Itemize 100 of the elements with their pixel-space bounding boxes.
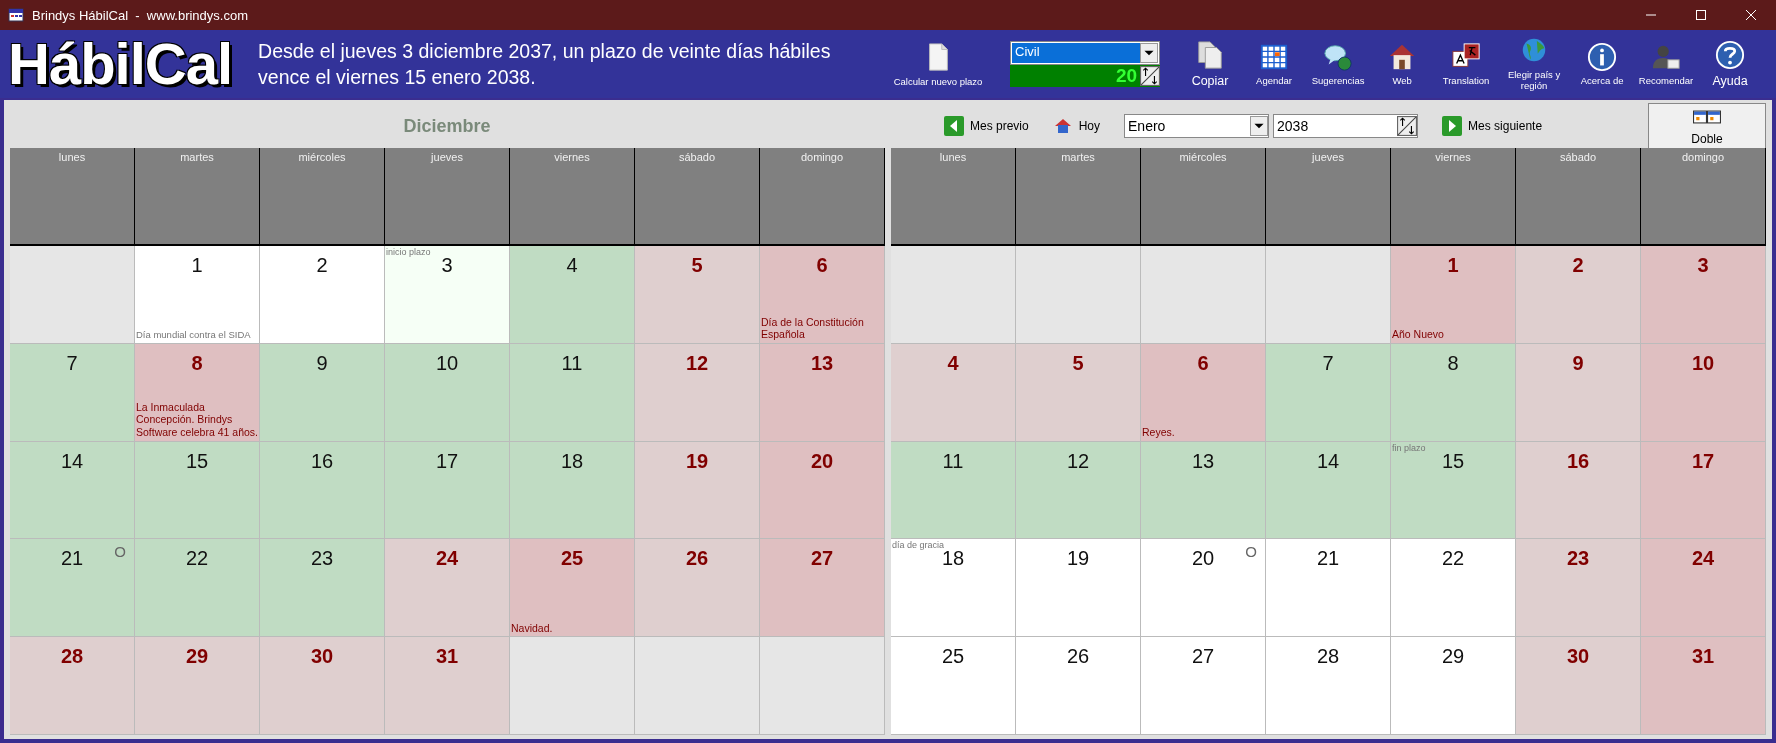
day-number: 24	[1691, 547, 1715, 571]
day-cell[interactable]: 8	[1391, 343, 1516, 442]
day-cell[interactable]: 3	[1641, 246, 1766, 344]
today-button[interactable]: Hoy	[1052, 116, 1101, 136]
day-cell[interactable]: 12	[635, 343, 760, 442]
day-cell[interactable]: 31	[1641, 637, 1766, 735]
day-cell[interactable]: 10	[385, 343, 510, 442]
day-number: 4	[566, 254, 578, 277]
day-cell[interactable]: 29	[1391, 637, 1516, 735]
day-cell[interactable]: 9	[260, 343, 385, 442]
day-cell[interactable]: 2	[1516, 246, 1641, 344]
next-month-button[interactable]: Mes siguiente	[1442, 116, 1543, 136]
day-cell[interactable]: inicio plazo 3	[385, 246, 510, 344]
day-cell[interactable]: 27	[760, 539, 885, 638]
day-cell[interactable]: 20 O	[1141, 539, 1266, 638]
day-cell[interactable]: 30	[260, 637, 385, 735]
day-cell[interactable]: 22	[1391, 539, 1516, 638]
day-cell[interactable]: 28	[10, 637, 135, 735]
day-number: 10	[435, 351, 459, 375]
month-dropdown[interactable]: Enero	[1124, 114, 1270, 138]
day-cell[interactable]: 5	[635, 246, 760, 344]
day-cell[interactable]: 16	[1516, 441, 1641, 540]
day-cell[interactable]: 24	[1641, 539, 1766, 638]
toolbar-button[interactable]: Recomendar	[1638, 41, 1695, 87]
day-cell[interactable]: 21 O	[10, 539, 135, 638]
day-cell[interactable]: 1 Año Nuevo	[1391, 246, 1516, 344]
day-cell[interactable]: 17	[1641, 441, 1766, 540]
day-cell[interactable]: 26	[1016, 637, 1141, 735]
day-number: 15	[185, 449, 209, 473]
day-cell[interactable]: 23	[1516, 539, 1641, 638]
day-cell[interactable]: 14	[1266, 441, 1391, 540]
day-number: 31	[1691, 645, 1715, 669]
caret-icon	[1250, 116, 1269, 136]
day-cell[interactable]: 15	[135, 441, 260, 540]
day-cell[interactable]: 11	[891, 441, 1016, 540]
day-number: 6	[1197, 351, 1209, 375]
day-cell[interactable]: 19	[1016, 539, 1141, 638]
day-cell[interactable]: 18	[510, 441, 635, 540]
close-icon[interactable]	[1745, 9, 1757, 21]
day-cell[interactable]: 14	[10, 441, 135, 540]
day-number: 19	[1066, 547, 1090, 571]
day-cell[interactable]: 21	[1266, 539, 1391, 638]
day-cell[interactable]: 26	[635, 539, 760, 638]
new-calculation-button[interactable]: Calcular nuevo plazo	[882, 41, 995, 87]
mode-dropdown[interactable]: Civil	[1010, 41, 1161, 65]
day-cell[interactable]: 5	[1016, 343, 1141, 442]
moon-phase-mark: O	[1245, 543, 1257, 561]
day-cell[interactable]: 10	[1641, 343, 1766, 442]
day-cell[interactable]: día de gracia 18	[891, 539, 1016, 638]
maximize-icon[interactable]	[1695, 9, 1707, 21]
day-cell[interactable]: 27	[1141, 637, 1266, 735]
day-number: 7	[1322, 351, 1334, 375]
toolbar-button[interactable]: Ayuda	[1702, 39, 1759, 89]
toolbar-button[interactable]: Sugerencias	[1310, 41, 1367, 87]
day-cell[interactable]: 23	[260, 539, 385, 638]
day-cell[interactable]: 24	[385, 539, 510, 638]
year-field[interactable]: 2038	[1273, 114, 1419, 138]
day-cell[interactable]: 19	[635, 441, 760, 540]
day-cell[interactable]: 25	[891, 637, 1016, 735]
day-cell[interactable]: 16	[260, 441, 385, 540]
spinner-icon	[1397, 116, 1418, 136]
toolbar-button[interactable]: Elegir país y región	[1502, 36, 1567, 92]
previous-month-button[interactable]: Mes previo	[944, 116, 1029, 136]
day-number: 11	[561, 351, 583, 375]
day-cell[interactable]: 22	[135, 539, 260, 638]
day-cell[interactable]: fin plazo 15	[1391, 441, 1516, 540]
day-cell[interactable]: 12	[1016, 441, 1141, 540]
day-cell[interactable]: 7	[1266, 343, 1391, 442]
toolbar-button[interactable]: Translation	[1438, 41, 1495, 87]
deadline-tag: inicio plazo	[386, 247, 431, 257]
day-note: Año Nuevo	[1391, 328, 1445, 343]
toolbar-button[interactable]: Agendar	[1246, 41, 1303, 87]
day-note: Día mundial contra el SIDA	[135, 329, 252, 343]
day-cell[interactable]: 31	[385, 637, 510, 735]
day-cell[interactable]: 1 Día mundial contra el SIDA	[135, 246, 260, 344]
toolbar-button[interactable]: Acerca de	[1574, 41, 1631, 87]
day-number: 10	[1691, 351, 1715, 375]
day-cell[interactable]: 30	[1516, 637, 1641, 735]
day-cell[interactable]: 28	[1266, 637, 1391, 735]
day-cell[interactable]: 29	[135, 637, 260, 735]
toolbar-button[interactable]: Copiar	[1182, 39, 1239, 89]
day-cell[interactable]: 2	[260, 246, 385, 344]
double-view-button[interactable]: Doble	[1648, 103, 1766, 149]
day-cell[interactable]: 6 Día de la Constitución Española	[760, 246, 885, 344]
day-cell[interactable]: 13	[760, 343, 885, 442]
day-number: 21	[60, 547, 84, 571]
spinner-icon[interactable]	[1140, 66, 1161, 86]
day-cell[interactable]: 11	[510, 343, 635, 442]
day-cell[interactable]: 20	[760, 441, 885, 540]
day-cell[interactable]: 4	[510, 246, 635, 344]
day-cell[interactable]: 6 Reyes.	[1141, 343, 1266, 442]
toolbar-button[interactable]: Web	[1374, 41, 1431, 87]
day-cell[interactable]: 4	[891, 343, 1016, 442]
day-cell[interactable]: 17	[385, 441, 510, 540]
day-cell[interactable]: 9	[1516, 343, 1641, 442]
day-cell[interactable]: 7	[10, 343, 135, 442]
weekday-header: jueves	[1266, 148, 1391, 244]
day-cell[interactable]: 13	[1141, 441, 1266, 540]
day-cell[interactable]: 8 La Inmaculada Concepción. Brindys Software celebra 41 años.	[135, 343, 260, 442]
day-cell[interactable]: 25 Navidad.	[510, 539, 635, 638]
